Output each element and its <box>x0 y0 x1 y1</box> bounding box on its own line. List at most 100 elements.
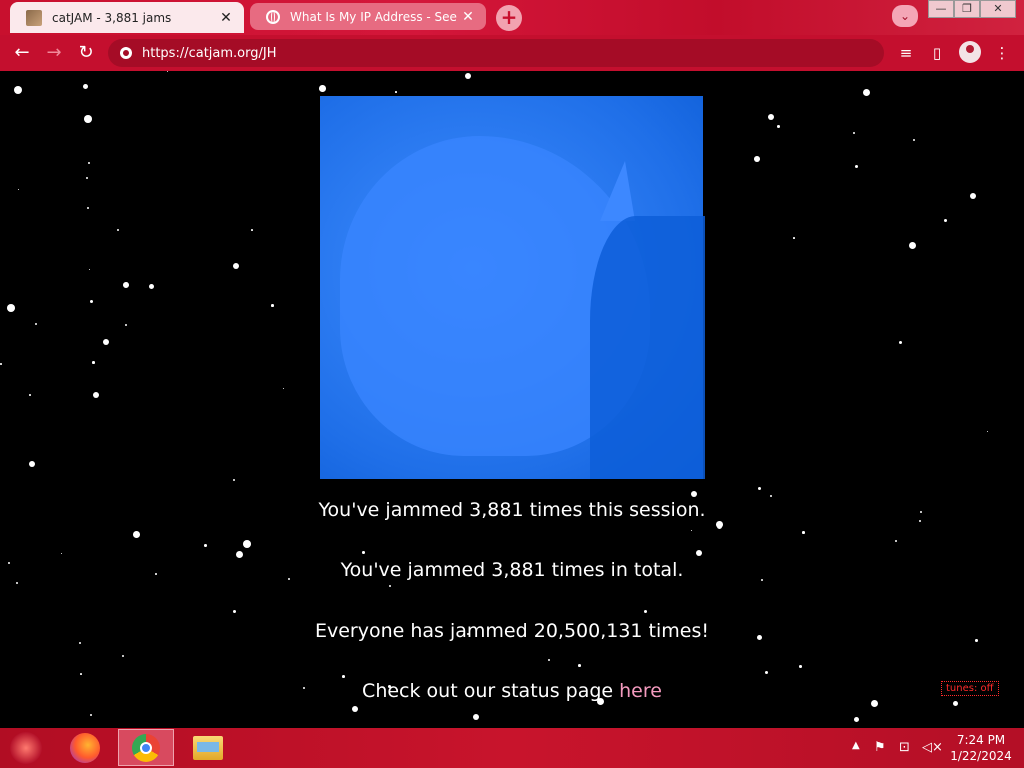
back-arrow-icon[interactable]: ← <box>11 42 33 64</box>
star-dot <box>29 461 35 467</box>
star-dot <box>117 229 120 232</box>
star-dot <box>802 531 805 534</box>
address-bar[interactable]: https://catjam.org/JH <box>108 39 884 67</box>
star-dot <box>754 156 760 162</box>
star-dot <box>765 671 769 675</box>
star-dot <box>29 394 31 396</box>
star-dot <box>389 585 392 588</box>
address-url[interactable]: https://catjam.org/JH <box>142 46 277 61</box>
star-dot <box>854 717 859 722</box>
star-dot <box>251 229 253 231</box>
star-dot <box>90 300 94 304</box>
star-dot <box>895 540 898 543</box>
status-page-line: Check out our status page here <box>0 680 1024 702</box>
tab-whats-my-ip[interactable]: What Is My IP Address - See Your ✕ <box>250 3 486 30</box>
star-dot <box>233 263 240 270</box>
tab-title: What Is My IP Address - See Your <box>290 9 460 24</box>
star-dot <box>319 85 326 92</box>
star-dot <box>89 269 91 271</box>
media-control-icon[interactable]: ≡ <box>895 42 917 64</box>
star-dot <box>863 89 871 97</box>
star-dot <box>913 139 916 142</box>
star-dot <box>18 189 20 191</box>
star-dot <box>84 115 92 123</box>
star-dot <box>716 521 723 528</box>
star-dot <box>125 324 128 327</box>
star-dot <box>61 553 63 555</box>
tab-search-button[interactable]: ⌄ <box>892 5 918 27</box>
star-dot <box>167 71 169 73</box>
star-dot <box>283 388 285 390</box>
tab-close-icon[interactable]: ✕ <box>460 9 476 25</box>
star-dot <box>691 491 698 498</box>
star-dot <box>473 714 480 721</box>
star-dot <box>644 610 648 614</box>
forward-arrow-icon[interactable]: → <box>43 42 65 64</box>
star-dot <box>79 642 82 645</box>
star-dot <box>696 550 703 557</box>
status-prefix: Check out our status page <box>362 680 620 702</box>
folder-icon <box>193 735 223 760</box>
close-window-button[interactable]: ✕ <box>980 0 1016 18</box>
windows-taskbar: ▲ ⚑ ⊡ ◁× 7:24 PM 1/22/2024 <box>0 728 1024 768</box>
star-dot <box>758 487 762 491</box>
star-dot <box>14 86 22 94</box>
browser-title-bar: catJAM - 3,881 jams ✕ What Is My IP Addr… <box>0 0 1024 35</box>
browser-toolbar: ← → ↻ https://catjam.org/JH ≡ ▯ ⋮ <box>0 35 1024 71</box>
star-dot <box>465 73 472 80</box>
taskbar-chrome[interactable] <box>118 729 174 766</box>
tab-catjam[interactable]: catJAM - 3,881 jams ✕ <box>10 2 244 33</box>
star-dot <box>793 237 795 239</box>
taskbar-clock[interactable]: 7:24 PM 1/22/2024 <box>946 732 1016 764</box>
clock-time: 7:24 PM <box>956 733 1006 747</box>
star-dot <box>352 706 359 713</box>
clock-date: 1/22/2024 <box>950 749 1012 763</box>
tray-overflow-icon[interactable]: ▲ <box>852 740 860 751</box>
start-button[interactable] <box>10 732 42 764</box>
reload-icon[interactable]: ↻ <box>75 42 97 64</box>
site-info-icon[interactable] <box>120 47 132 59</box>
star-dot <box>770 495 772 497</box>
star-dot <box>243 540 251 548</box>
star-dot <box>149 284 155 290</box>
new-tab-button[interactable]: + <box>496 5 522 31</box>
cat-ear-shape <box>600 161 635 221</box>
star-dot <box>133 531 140 538</box>
globe-favicon-icon <box>266 9 280 24</box>
star-dot <box>80 673 82 675</box>
star-dot <box>103 339 109 345</box>
tab-title: catJAM - 3,881 jams <box>52 10 172 25</box>
star-dot <box>93 392 100 399</box>
star-dot <box>88 162 90 164</box>
network-icon[interactable]: ⊡ <box>899 740 910 755</box>
catjam-page: You've jammed 3,881 times this session. … <box>0 71 1024 728</box>
taskbar-firefox[interactable] <box>57 729 113 766</box>
status-page-link[interactable]: here <box>619 680 662 702</box>
star-dot <box>233 479 236 482</box>
star-dot <box>0 363 2 365</box>
star-dot <box>691 530 693 532</box>
tunes-toggle[interactable]: tunes: off <box>941 681 999 696</box>
minimize-button[interactable]: — <box>928 0 954 18</box>
volume-muted-icon[interactable]: ◁× <box>922 740 943 755</box>
star-dot <box>855 165 859 169</box>
star-dot <box>271 304 274 307</box>
side-panel-icon[interactable]: ▯ <box>926 42 948 64</box>
star-dot <box>342 675 345 678</box>
taskbar-file-explorer[interactable] <box>180 729 236 766</box>
restore-button[interactable]: ❐ <box>954 0 980 18</box>
star-dot <box>35 323 38 326</box>
star-dot <box>768 114 775 121</box>
menu-kebab-icon[interactable]: ⋮ <box>991 42 1013 64</box>
tab-close-icon[interactable]: ✕ <box>218 10 234 26</box>
star-dot <box>92 361 95 364</box>
star-dot <box>799 665 802 668</box>
star-dot <box>909 242 917 250</box>
star-dot <box>548 659 550 661</box>
total-jam-count: You've jammed 3,881 times in total. <box>340 559 684 581</box>
action-center-flag-icon[interactable]: ⚑ <box>874 740 886 755</box>
star-dot <box>90 714 93 717</box>
global-jam-count: Everyone has jammed 20,500,131 times! <box>314 620 709 642</box>
profile-avatar-icon[interactable] <box>959 41 981 63</box>
star-dot <box>899 341 903 345</box>
